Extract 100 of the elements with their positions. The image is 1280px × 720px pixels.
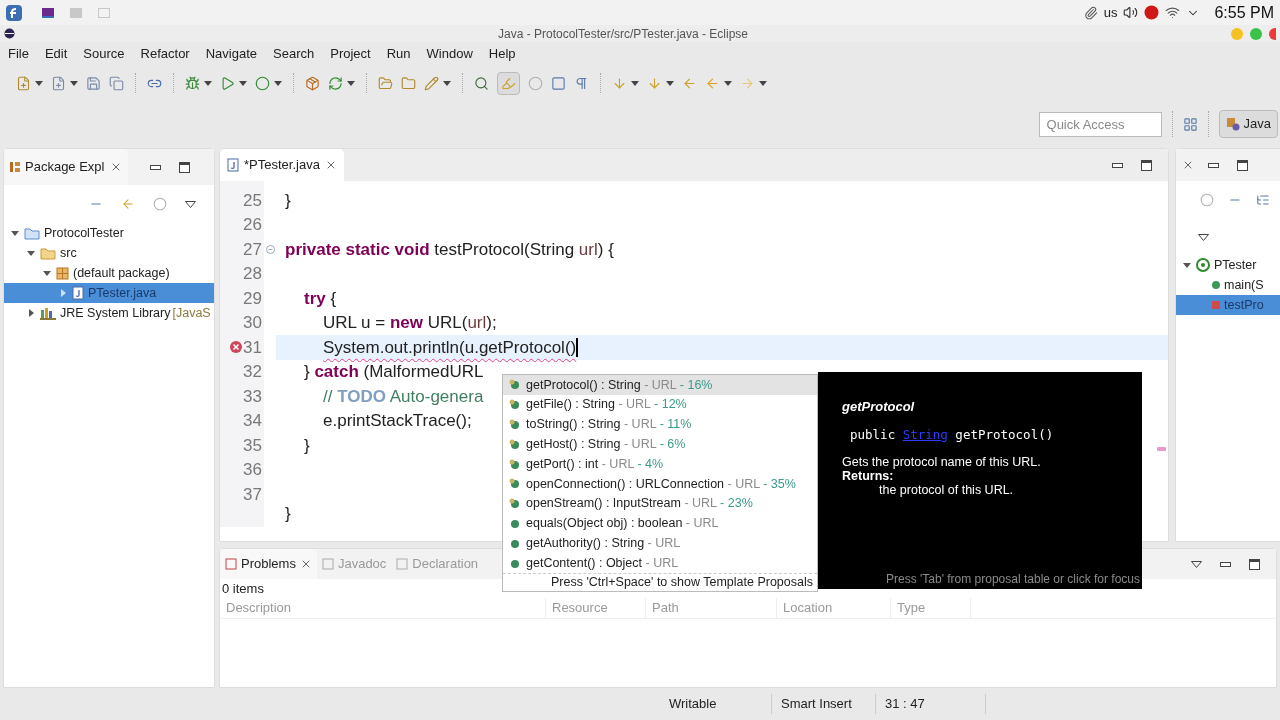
os-logo-icon[interactable]	[6, 4, 22, 21]
proposal-item[interactable]: getHost() : String - URL - 6%	[503, 434, 817, 455]
dropdown-arrow-icon[interactable]	[70, 80, 78, 86]
menu-item[interactable]: Project	[330, 44, 371, 64]
tree-item[interactable]: PTester	[1176, 255, 1280, 275]
dropdown-arrow-icon[interactable]	[724, 80, 732, 86]
dropdown-arrow-icon[interactable]	[666, 80, 674, 86]
proposal-item[interactable]: getProtocol() : String - URL - 16%	[503, 375, 817, 395]
dropdown-arrow-icon[interactable]	[239, 80, 247, 86]
view-tab[interactable]: Package Expl	[4, 149, 128, 185]
proposal-item[interactable]: getAuthority() : String - URL	[503, 533, 817, 554]
method-icon	[509, 557, 520, 569]
maximize-icon[interactable]	[178, 161, 190, 173]
menu-item[interactable]: Navigate	[205, 44, 257, 64]
record-icon[interactable]	[1144, 5, 1160, 20]
dropdown-arrow-icon[interactable]	[274, 80, 282, 86]
tree-item[interactable]: ProtocolTester	[4, 223, 214, 243]
proposal-item[interactable]: openStream() : InputStream - URL - 23%	[503, 493, 817, 514]
proposals-hint: Press 'Ctrl+Space' to show Template Proposals	[551, 574, 813, 592]
refresh-icon[interactable]	[328, 75, 343, 91]
pilcrow-icon[interactable]	[574, 75, 589, 91]
view-menu-icon[interactable]	[1191, 560, 1202, 568]
volume-icon[interactable]	[1123, 5, 1139, 20]
menu-item[interactable]: Window	[426, 44, 473, 64]
maximize-icon[interactable]	[1141, 159, 1152, 171]
dropdown-arrow-icon[interactable]	[759, 80, 767, 86]
line-number: 35	[243, 434, 262, 457]
proposal-text: toString() : String - URL - 11%	[526, 416, 692, 434]
dropdown-arrow-icon[interactable]	[204, 80, 212, 86]
text-cursor	[576, 337, 579, 357]
private-method-icon	[1212, 301, 1220, 309]
clock[interactable]: 6:55 PM	[1214, 0, 1274, 25]
method-icon	[1212, 281, 1220, 289]
proposal-text: openStream() : InputStream - URL - 23%	[526, 495, 753, 513]
menu-item[interactable]: Help	[488, 44, 516, 64]
tree-item[interactable]: (default package)	[4, 263, 214, 283]
quick-access-field[interactable]: Quick Access	[1038, 111, 1162, 137]
collapsed-arrow-icon[interactable]	[26, 308, 36, 318]
overview-error-marker	[1157, 447, 1166, 451]
perspective-button[interactable]: Java	[1218, 110, 1278, 138]
menu-item[interactable]: Run	[386, 44, 411, 64]
dropdown-arrow-icon[interactable]	[631, 80, 639, 86]
returns-label: Returns:	[842, 469, 895, 484]
line-number: 30	[243, 312, 262, 334]
bug-icon[interactable]	[185, 75, 200, 91]
view-menu-icon[interactable]	[185, 200, 196, 208]
editor-tab[interactable]: *PTester.java	[220, 149, 344, 181]
menu-item[interactable]: Edit	[44, 44, 68, 64]
keyboard-layout[interactable]: us	[1103, 2, 1118, 23]
maximize-icon[interactable]	[1237, 159, 1248, 171]
proposal-item[interactable]: equals(Object obj) : boolean - URL	[503, 513, 817, 534]
proposal-text: openConnection() : URLConnection - URL - 35%	[526, 475, 796, 493]
view-tab[interactable]: Problems	[220, 549, 317, 579]
proposal-item[interactable]: getFile() : String - URL - 12%	[503, 394, 817, 415]
view-icon	[321, 558, 334, 570]
menu-item[interactable]: Source	[83, 44, 125, 64]
view-menu-icon[interactable]	[1198, 233, 1209, 241]
square-icon[interactable]	[551, 75, 566, 91]
tree-item[interactable]: main(S	[1176, 275, 1280, 295]
proposal-item[interactable]: openConnection() : URLConnection - URL - 35%	[503, 474, 817, 494]
menu-item[interactable]: Search	[273, 44, 315, 64]
method-icon	[509, 478, 520, 490]
code-line: }	[303, 434, 310, 457]
returns-text: the protocol of this URL.	[878, 483, 1015, 498]
dropdown-arrow-icon[interactable]	[347, 80, 355, 86]
workspace-indicator[interactable]	[42, 7, 54, 18]
method-signature: public String getProtocol()	[849, 425, 1055, 444]
app-icon	[4, 28, 15, 39]
minimize-icon[interactable]	[1220, 561, 1231, 567]
dropdown-arrow-icon[interactable]	[35, 80, 43, 86]
package-icon[interactable]	[305, 75, 320, 91]
minimize-icon[interactable]	[149, 164, 161, 170]
run-tool-icon[interactable]	[255, 75, 270, 91]
method-icon	[509, 517, 520, 529]
code-line: } catch (MalformedURL	[303, 361, 484, 383]
minimize-icon[interactable]	[1208, 162, 1219, 168]
maximize-icon[interactable]	[1249, 558, 1260, 570]
line-number: 37	[243, 483, 262, 506]
line-number: 36	[243, 459, 262, 481]
expanded-arrow-icon[interactable]	[1182, 260, 1192, 270]
minimize-icon[interactable]	[1112, 162, 1123, 168]
close-icon[interactable]	[1182, 159, 1194, 171]
proposal-item[interactable]: toString() : String - URL - 11%	[503, 414, 817, 435]
sort-icon[interactable]	[1256, 193, 1270, 207]
open-folder-icon[interactable]	[378, 75, 393, 91]
menu-item[interactable]: Refactor	[140, 44, 190, 64]
menu-item[interactable]: File	[8, 44, 29, 64]
proposal-item[interactable]: getPort() : int - URL - 4%	[503, 454, 817, 474]
dropdown-arrow-icon[interactable]	[443, 80, 451, 86]
proposal-item[interactable]: getContent() : Object - URL	[503, 553, 817, 573]
tree-item[interactable]: JRE System Library [JavaS	[4, 303, 214, 323]
save-icon[interactable]	[86, 75, 101, 91]
close-window-icon[interactable]	[1269, 27, 1276, 40]
tab-title: Declaration	[412, 555, 479, 574]
library-icon	[40, 306, 56, 320]
folder-icon[interactable]	[401, 75, 416, 91]
paperclip-icon[interactable]	[1083, 5, 1098, 20]
open-perspective-icon[interactable]	[1182, 116, 1198, 132]
search-icon[interactable]	[474, 75, 489, 91]
tree-item[interactable]: src	[4, 243, 214, 263]
